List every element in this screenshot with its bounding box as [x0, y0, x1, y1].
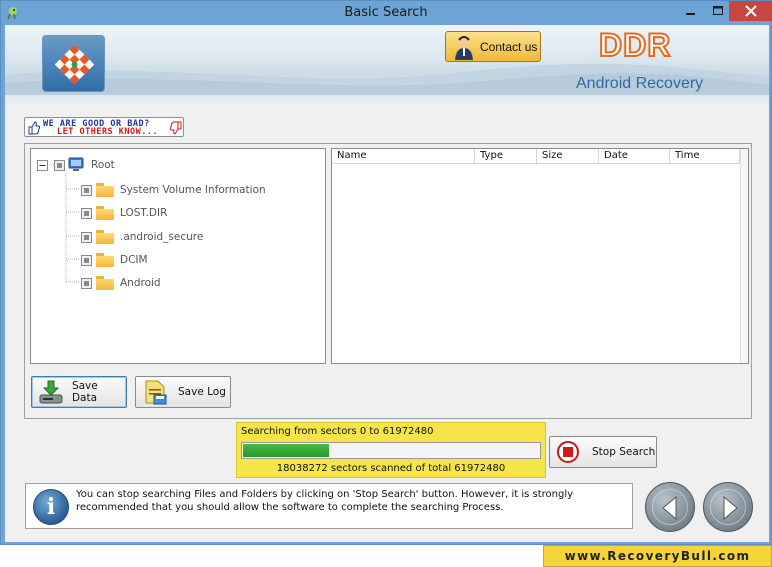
tree-item-checkbox[interactable]	[81, 184, 92, 196]
feedback-banner[interactable]: WE ARE GOOD OR BAD? LET OTHERS KNOW...	[24, 117, 184, 137]
tree-item[interactable]: LOST.DIR	[81, 204, 167, 222]
thumbs-up-icon	[28, 121, 40, 135]
results-panel: Root System Volume Information LOST.DIR …	[24, 143, 752, 419]
website-text: www.RecoveryBull.com	[564, 549, 751, 563]
tree-item[interactable]: Android	[81, 274, 161, 292]
minimize-icon	[686, 13, 695, 15]
info-panel: i You can stop searching Files and Folde…	[25, 483, 633, 529]
save-data-button[interactable]: Save Data	[31, 376, 127, 408]
save-log-button[interactable]: Save Log	[135, 376, 231, 408]
back-button[interactable]	[645, 482, 695, 532]
checker-logo-icon	[54, 44, 95, 85]
contact-us-label: Contact us	[480, 39, 538, 54]
title-bar[interactable]: Basic Search	[1, 1, 772, 25]
collapse-icon[interactable]	[37, 159, 48, 171]
tree-root-label: Root	[91, 159, 115, 171]
client-area: Contact us DDR Android Recovery WE ARE G…	[5, 25, 769, 542]
sectors-scanned-text: 18038272 sectors scanned of total 619724…	[276, 463, 506, 474]
search-progress-bar	[241, 442, 541, 459]
file-list-view[interactable]: Name Type Size Date Time	[331, 148, 749, 364]
thumbs-down-icon	[170, 121, 182, 135]
tree-item[interactable]: DCIM	[81, 251, 148, 269]
search-progress-fill	[243, 444, 329, 457]
next-arrow-icon	[723, 495, 738, 521]
list-header: Name Type Size Date Time	[332, 149, 748, 164]
feedback-line2: LET OTHERS KNOW...	[57, 127, 159, 137]
root-checkbox[interactable]	[54, 159, 65, 171]
tree-item-checkbox[interactable]	[81, 277, 92, 289]
save-data-label: Save Data	[71, 380, 98, 404]
product-name: Android Recovery	[576, 75, 704, 92]
tree-item-label: DCIM	[120, 254, 148, 266]
list-vertical-scrollbar[interactable]	[740, 149, 748, 363]
tree-root[interactable]: Root	[37, 156, 115, 174]
tree-item-label: .android_secure	[120, 231, 204, 243]
tree-item-label: Android	[120, 277, 161, 289]
column-header-time[interactable]: Time	[670, 149, 740, 164]
back-arrow-icon	[662, 495, 677, 521]
close-icon	[745, 5, 757, 17]
search-range-text: Searching from sectors 0 to 61972480	[241, 426, 434, 437]
tree-item-label: LOST.DIR	[120, 207, 168, 219]
folder-icon	[96, 253, 114, 267]
tree-item-checkbox[interactable]	[81, 207, 92, 219]
column-header-size[interactable]: Size	[537, 149, 599, 164]
tree-item[interactable]: System Volume Information	[81, 181, 266, 199]
info-message: You can stop searching Files and Folders…	[76, 489, 574, 513]
column-header-name[interactable]: Name	[332, 149, 475, 164]
save-log-icon	[145, 380, 167, 405]
tree-item[interactable]: .android_secure	[81, 228, 203, 246]
website-badge: www.RecoveryBull.com	[543, 545, 772, 567]
stop-icon	[557, 441, 579, 463]
app-logo	[42, 35, 105, 92]
folder-icon	[96, 230, 114, 244]
folder-tree[interactable]: Root System Volume Information LOST.DIR …	[30, 148, 326, 364]
folder-icon	[96, 276, 114, 290]
tree-item-checkbox[interactable]	[81, 231, 92, 243]
maximize-icon	[713, 6, 723, 15]
next-button[interactable]	[703, 482, 753, 532]
header-banner: Contact us DDR Android Recovery	[5, 25, 769, 109]
column-header-type[interactable]: Type	[475, 149, 537, 164]
minimize-button[interactable]	[677, 1, 703, 21]
close-button[interactable]	[729, 1, 772, 21]
tree-item-checkbox[interactable]	[81, 254, 92, 266]
save-log-label: Save Log	[178, 386, 226, 398]
folder-icon	[96, 206, 114, 220]
maximize-button[interactable]	[705, 1, 731, 21]
brand-logo-text: DDR	[598, 26, 672, 64]
window-title: Basic Search	[344, 5, 428, 20]
search-progress-panel: Searching from sectors 0 to 61972480 180…	[236, 422, 546, 478]
app-window: Basic Search Contact us DDR Android Reco…	[0, 0, 772, 545]
support-person-icon	[455, 35, 473, 60]
stop-search-label: Stop Search	[592, 446, 656, 458]
info-icon: i	[33, 489, 69, 525]
tree-item-label: System Volume Information	[120, 184, 266, 196]
contact-us-button[interactable]: Contact us	[445, 31, 541, 62]
column-header-date[interactable]: Date	[599, 149, 670, 164]
save-data-drive-icon	[39, 380, 63, 404]
computer-icon	[68, 157, 84, 171]
folder-icon	[96, 183, 114, 197]
stop-search-button[interactable]: Stop Search	[549, 436, 657, 468]
